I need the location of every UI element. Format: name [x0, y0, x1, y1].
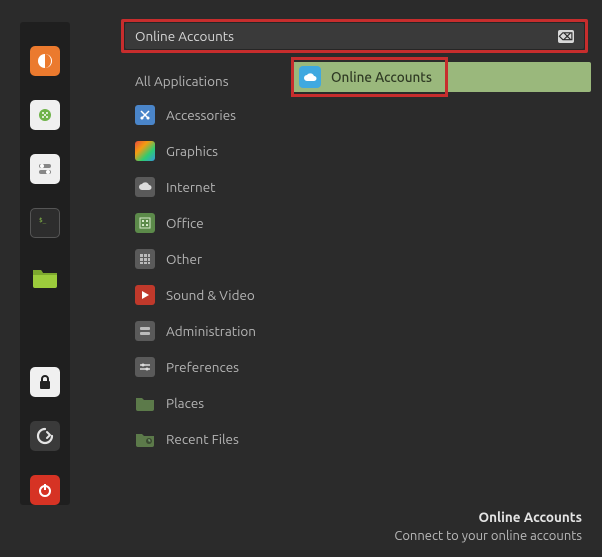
category-preferences[interactable]: Preferences	[129, 349, 291, 385]
launcher-panel: $_	[20, 22, 70, 505]
category-label: Preferences	[166, 359, 239, 375]
category-all-applications[interactable]: All Applications	[129, 65, 291, 97]
footer-subtitle: Connect to your online accounts	[394, 529, 582, 543]
apps-icon[interactable]	[30, 100, 60, 130]
logout-icon[interactable]	[30, 421, 60, 451]
settings-toggle-icon[interactable]	[30, 154, 60, 184]
play-icon	[135, 285, 155, 305]
app-description-footer: Online Accounts Connect to your online a…	[394, 509, 582, 543]
application-menu: ⌫ All Applications Accessories Graphics …	[119, 0, 602, 557]
category-label: Accessories	[166, 107, 236, 123]
result-online-accounts[interactable]: Online Accounts	[291, 62, 591, 92]
lock-icon[interactable]	[30, 367, 60, 397]
category-label: Places	[166, 395, 204, 411]
office-icon	[135, 213, 155, 233]
category-list: All Applications Accessories Graphics In…	[129, 65, 291, 457]
category-sound-video[interactable]: Sound & Video	[129, 277, 291, 313]
category-label: Other	[166, 251, 202, 267]
grid-icon	[135, 249, 155, 269]
footer-title: Online Accounts	[394, 509, 582, 525]
folder-icon	[135, 393, 155, 413]
category-places[interactable]: Places	[129, 385, 291, 421]
result-label: Online Accounts	[331, 69, 432, 85]
search-highlight-box: ⌫	[121, 19, 588, 53]
category-label: Office	[166, 215, 204, 231]
category-label: Sound & Video	[166, 287, 255, 303]
category-internet[interactable]: Internet	[129, 169, 291, 205]
category-label: Administration	[166, 323, 256, 339]
category-label: All Applications	[135, 73, 229, 89]
admin-icon	[135, 321, 155, 341]
search-field[interactable]: ⌫	[124, 22, 585, 50]
cloud-icon	[135, 177, 155, 197]
category-graphics[interactable]: Graphics	[129, 133, 291, 169]
category-other[interactable]: Other	[129, 241, 291, 277]
firefox-icon[interactable]	[30, 46, 60, 76]
category-administration[interactable]: Administration	[129, 313, 291, 349]
category-label: Graphics	[166, 143, 218, 159]
category-office[interactable]: Office	[129, 205, 291, 241]
graphics-icon	[135, 141, 155, 161]
files-icon[interactable]	[30, 262, 60, 292]
category-label: Internet	[166, 179, 215, 195]
folder-recent-icon	[135, 429, 155, 449]
power-icon[interactable]	[30, 475, 60, 505]
terminal-icon[interactable]: $_	[30, 208, 60, 238]
clear-search-icon[interactable]: ⌫	[558, 30, 574, 43]
search-input[interactable]	[135, 28, 558, 44]
category-accessories[interactable]: Accessories	[129, 97, 291, 133]
scissors-icon	[135, 105, 155, 125]
category-label: Recent Files	[166, 431, 239, 447]
svg-text:$_: $_	[39, 217, 47, 224]
preferences-icon	[135, 357, 155, 377]
category-recent-files[interactable]: Recent Files	[129, 421, 291, 457]
online-accounts-icon	[299, 66, 321, 88]
search-results: Online Accounts	[291, 62, 591, 92]
